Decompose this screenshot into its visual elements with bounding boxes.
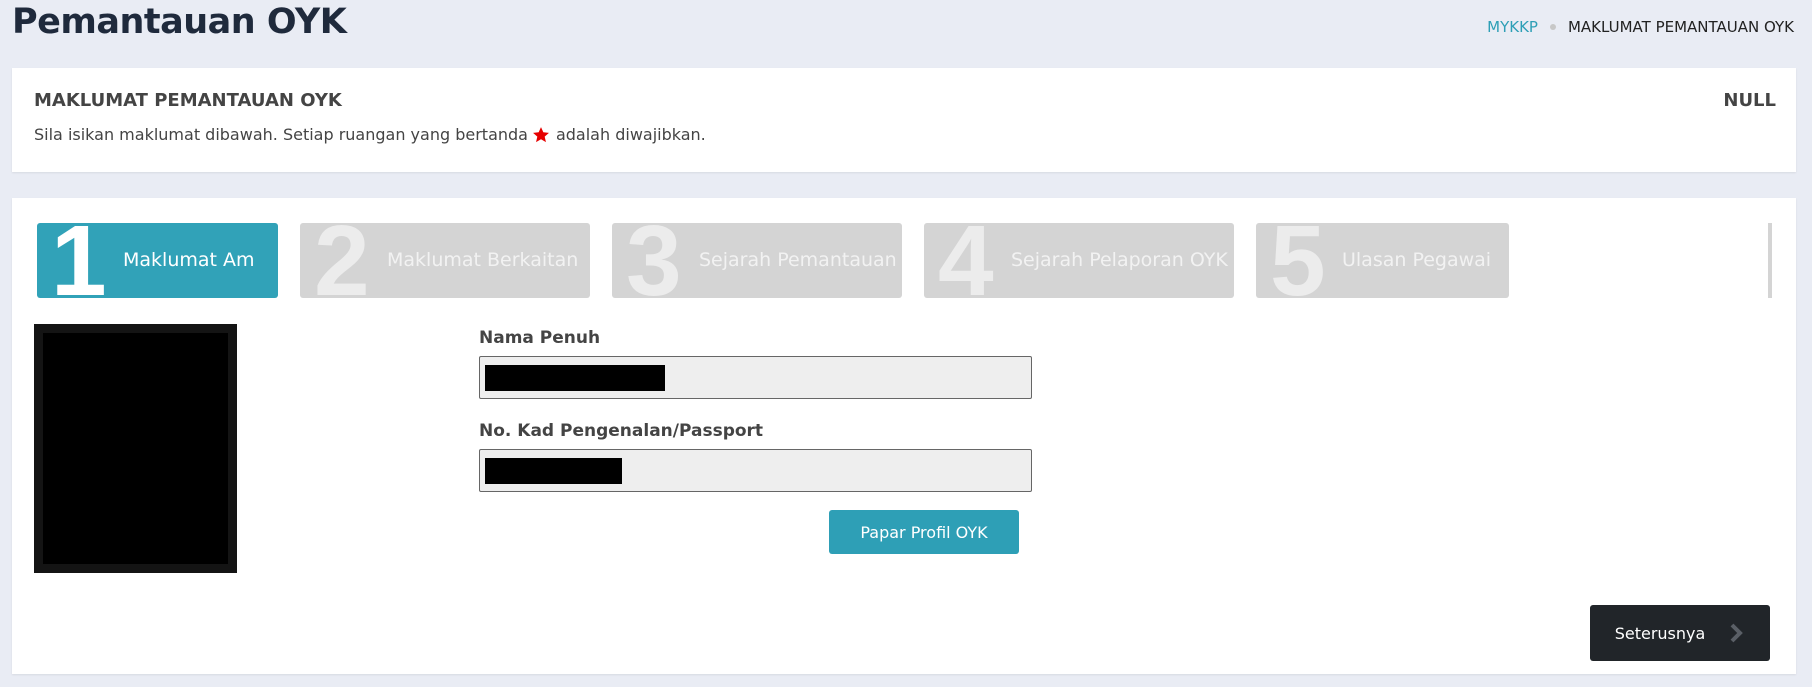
info-description-after: adalah diwajibkan. xyxy=(555,125,706,144)
breadcrumb: MYKKP MAKLUMAT PEMANTAUAN OYK xyxy=(1487,18,1794,36)
info-title: MAKLUMAT PEMANTAUAN OYK xyxy=(34,90,342,111)
step-overflow-edge xyxy=(1768,223,1772,298)
step-label: Ulasan Pegawai xyxy=(1342,249,1492,271)
next-button-label: Seterusnya xyxy=(1614,623,1706,643)
step-ulasan-pegawai[interactable]: 5 Ulasan Pegawai xyxy=(1256,223,1509,298)
required-star-icon xyxy=(533,126,549,142)
step-number: 2 xyxy=(314,223,370,298)
step-label: Maklumat Berkaitan xyxy=(387,249,579,271)
redacted-ic-value xyxy=(485,458,622,484)
redacted-name-value xyxy=(485,365,665,391)
step-sejarah-pelaporan-oyk[interactable]: 4 Sejarah Pelaporan OYK xyxy=(924,223,1234,298)
ic-field[interactable] xyxy=(479,449,1032,492)
view-profile-button[interactable]: Papar Profil OYK xyxy=(829,510,1019,554)
page-title: Pemantauan OYK xyxy=(12,2,347,42)
page-header: Pemantauan OYK MYKKP MAKLUMAT PEMANTAUAN… xyxy=(0,0,1812,60)
step-label: Maklumat Am xyxy=(123,249,255,271)
step-number: 1 xyxy=(51,223,107,298)
step-number: 4 xyxy=(938,223,994,298)
step-maklumat-am[interactable]: 1 Maklumat Am xyxy=(37,223,278,298)
step-sejarah-pemantauan[interactable]: 3 Sejarah Pemantauan xyxy=(612,223,902,298)
ic-label: No. Kad Pengenalan/Passport xyxy=(479,421,764,441)
status-badge: NULL xyxy=(1723,90,1776,111)
step-maklumat-berkaitan[interactable]: 2 Maklumat Berkaitan xyxy=(300,223,590,298)
breadcrumb-separator xyxy=(1549,24,1556,30)
wizard-steps: 1 Maklumat Am 2 Maklumat Berkaitan 3 Sej… xyxy=(37,223,1772,298)
breadcrumb-link-mykkp[interactable]: MYKKP xyxy=(1487,18,1538,36)
step-number: 3 xyxy=(626,223,682,298)
step-number: 5 xyxy=(1270,223,1326,298)
breadcrumb-current: MAKLUMAT PEMANTAUAN OYK xyxy=(1567,18,1794,36)
name-field[interactable] xyxy=(479,356,1032,399)
info-description: Sila isikan maklumat dibawah. Setiap rua… xyxy=(34,125,706,144)
main-card: 1 Maklumat Am 2 Maklumat Berkaitan 3 Sej… xyxy=(12,198,1796,674)
identity-form: Nama Penuh No. Kad Pengenalan/Passport P… xyxy=(479,328,1032,554)
info-card: MAKLUMAT PEMANTAUAN OYK NULL Sila isikan… xyxy=(12,68,1796,172)
profile-photo xyxy=(34,324,237,573)
info-description-before: Sila isikan maklumat dibawah. Setiap rua… xyxy=(34,125,528,144)
next-button[interactable]: Seterusnya xyxy=(1590,605,1770,661)
chevron-right-icon xyxy=(1730,623,1744,643)
step-label: Sejarah Pelaporan OYK xyxy=(1011,249,1228,271)
name-label: Nama Penuh xyxy=(479,328,601,348)
step-label: Sejarah Pemantauan xyxy=(699,249,897,271)
